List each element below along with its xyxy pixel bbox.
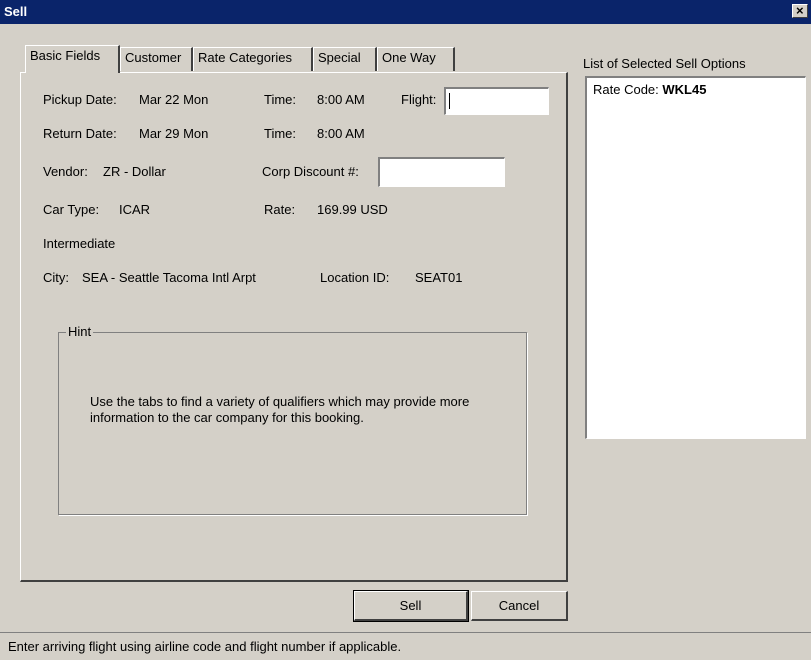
return-time-label: Time: bbox=[264, 126, 297, 141]
text-caret bbox=[449, 93, 450, 109]
close-icon: × bbox=[796, 3, 804, 18]
flight-label: Flight: bbox=[401, 92, 437, 107]
tab-rate-categories[interactable]: Rate Categories bbox=[193, 47, 313, 71]
tab-one-way[interactable]: One Way bbox=[377, 47, 455, 71]
pickup-time-value: 8:00 AM bbox=[317, 92, 365, 107]
tab-special[interactable]: Special bbox=[313, 47, 377, 71]
location-id-value: SEAT01 bbox=[415, 270, 463, 285]
vendor-value: ZR - Dollar bbox=[103, 164, 166, 179]
hint-text: Use the tabs to find a variety of qualif… bbox=[90, 394, 470, 425]
tab-customer[interactable]: Customer bbox=[120, 47, 193, 71]
status-bar: Enter arriving flight using airline code… bbox=[0, 632, 811, 660]
pickup-time-label: Time: bbox=[264, 92, 297, 107]
status-text: Enter arriving flight using airline code… bbox=[8, 639, 402, 654]
window-title: Sell bbox=[4, 4, 28, 19]
corp-discount-input[interactable] bbox=[378, 157, 505, 187]
selected-options-list[interactable]: Rate Code: WKL45 bbox=[585, 76, 806, 439]
tab-label: Rate Categories bbox=[198, 50, 292, 65]
tab-label: Basic Fields bbox=[30, 48, 101, 63]
city-label: City: bbox=[43, 270, 69, 285]
car-type-label: Car Type: bbox=[43, 202, 100, 217]
return-date-value: Mar 29 Mon bbox=[139, 126, 209, 141]
title-bar: Sell × bbox=[0, 0, 811, 24]
return-time-value: 8:00 AM bbox=[317, 126, 365, 141]
pickup-date-label: Pickup Date: bbox=[43, 92, 117, 107]
location-id-label: Location ID: bbox=[320, 270, 390, 285]
rate-code-value: WKL45 bbox=[662, 82, 707, 97]
vendor-label: Vendor: bbox=[43, 164, 88, 179]
list-item[interactable]: Rate Code: WKL45 bbox=[593, 82, 706, 97]
car-class-value: Intermediate bbox=[43, 236, 116, 251]
tab-basic-fields[interactable]: Basic Fields bbox=[25, 45, 120, 73]
selected-options-label: List of Selected Sell Options bbox=[583, 56, 746, 71]
close-button[interactable]: × bbox=[792, 3, 808, 18]
rate-code-label: Rate Code: bbox=[593, 82, 659, 97]
corp-discount-label: Corp Discount #: bbox=[262, 164, 359, 179]
tab-label: Special bbox=[318, 50, 361, 65]
rate-value: 169.99 USD bbox=[317, 202, 388, 217]
hint-label: Hint bbox=[66, 324, 94, 339]
flight-input[interactable] bbox=[444, 87, 549, 115]
pickup-date-value: Mar 22 Mon bbox=[139, 92, 209, 107]
tab-label: Customer bbox=[125, 50, 182, 65]
car-type-value: ICAR bbox=[119, 202, 151, 217]
tab-label: One Way bbox=[382, 50, 436, 65]
cancel-button[interactable]: Cancel bbox=[471, 591, 568, 621]
return-date-label: Return Date: bbox=[43, 126, 117, 141]
city-value: SEA - Seattle Tacoma Intl Arpt bbox=[82, 270, 256, 285]
sell-button[interactable]: Sell bbox=[353, 590, 469, 622]
rate-label: Rate: bbox=[264, 202, 296, 217]
